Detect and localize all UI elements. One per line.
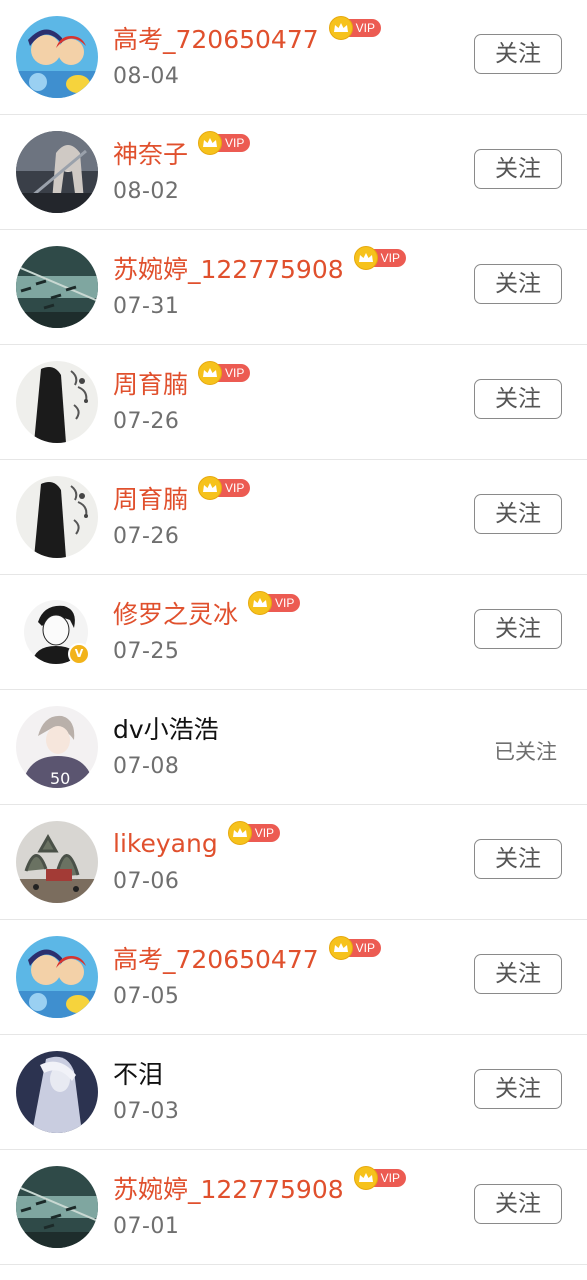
username[interactable]: 高考_720650477 xyxy=(113,940,319,976)
name-line: 周育腩 VIP xyxy=(113,361,251,401)
follow-button[interactable]: 关注 xyxy=(474,954,562,994)
name-line: 苏婉婷_122775908 VIP xyxy=(113,1166,406,1206)
name-line: 修罗之灵冰 VIP xyxy=(113,591,301,631)
follow-date: 07-06 xyxy=(113,869,180,894)
list-item[interactable]: 神奈子 VIP 08-02 关注 xyxy=(0,115,587,230)
name-line: 高考_720650477 VIP xyxy=(113,16,381,56)
vip-badge: VIP xyxy=(328,16,381,40)
name-line: 不泪 xyxy=(113,1055,163,1091)
verified-badge-icon: V xyxy=(68,643,90,665)
list-item[interactable]: 苏婉婷_122775908 VIP 07-31 关注 xyxy=(0,230,587,345)
name-line: 周育腩 VIP xyxy=(113,476,251,516)
crown-icon xyxy=(198,131,223,155)
vip-badge: VIP xyxy=(328,936,381,960)
crown-icon xyxy=(198,361,223,385)
username[interactable]: 苏婉婷_122775908 xyxy=(113,1170,344,1206)
vip-badge: VIP xyxy=(198,361,251,385)
follow-date: 08-04 xyxy=(113,64,180,89)
follow-button[interactable]: 关注 xyxy=(474,609,562,649)
name-line: dv小浩浩 xyxy=(113,710,219,746)
username[interactable]: 周育腩 xyxy=(113,365,188,401)
svg-text:50: 50 xyxy=(50,769,70,788)
crown-icon xyxy=(353,1166,378,1190)
follow-date: 07-26 xyxy=(113,409,180,434)
follow-date: 07-01 xyxy=(113,1214,180,1239)
vip-badge: VIP xyxy=(353,1166,406,1190)
follow-date: 07-03 xyxy=(113,1099,180,1124)
follow-button[interactable]: 关注 xyxy=(474,1184,562,1224)
username[interactable]: 苏婉婷_122775908 xyxy=(113,250,344,286)
avatar[interactable] xyxy=(16,936,98,1018)
follow-date: 08-02 xyxy=(113,179,180,204)
vip-badge: VIP xyxy=(198,476,251,500)
avatar[interactable] xyxy=(16,361,98,443)
crown-icon xyxy=(328,16,353,40)
follow-date: 07-05 xyxy=(113,984,180,1009)
list-item[interactable]: 50 dv小浩浩 07-08 已关注 xyxy=(0,690,587,805)
name-line: 苏婉婷_122775908 VIP xyxy=(113,246,406,286)
username[interactable]: 高考_720650477 xyxy=(113,20,319,56)
follow-date: 07-31 xyxy=(113,294,180,319)
avatar[interactable] xyxy=(16,1166,98,1248)
crown-icon xyxy=(353,246,378,270)
name-line: 高考_720650477 VIP xyxy=(113,936,381,976)
list-item[interactable]: 高考_720650477 VIP 08-04 关注 xyxy=(0,0,587,115)
vip-badge: VIP xyxy=(353,246,406,270)
crown-icon xyxy=(227,821,252,845)
username[interactable]: likeyang xyxy=(113,829,218,858)
username[interactable]: 周育腩 xyxy=(113,480,188,516)
avatar[interactable] xyxy=(16,476,98,558)
follow-button[interactable]: 关注 xyxy=(474,379,562,419)
avatar[interactable] xyxy=(16,131,98,213)
username[interactable]: 修罗之灵冰 xyxy=(113,595,238,631)
follow-button[interactable]: 关注 xyxy=(474,149,562,189)
vip-badge: VIP xyxy=(198,131,251,155)
follow-button[interactable]: 关注 xyxy=(474,264,562,304)
list-item[interactable]: 苏婉婷_122775908 VIP 07-01 关注 xyxy=(0,1150,587,1265)
follow-date: 07-08 xyxy=(113,754,180,779)
vip-badge: VIP xyxy=(227,821,281,845)
list-item[interactable]: 高考_720650477 VIP 07-05 关注 xyxy=(0,920,587,1035)
avatar[interactable]: 50 xyxy=(16,706,98,788)
follow-button[interactable]: 关注 xyxy=(474,839,562,879)
name-line: likeyang VIP xyxy=(113,821,281,861)
avatar[interactable] xyxy=(16,821,98,903)
follow-date: 07-26 xyxy=(113,524,180,549)
username[interactable]: 神奈子 xyxy=(113,135,188,171)
list-item[interactable]: 周育腩 VIP 07-26 关注 xyxy=(0,460,587,575)
follow-button[interactable]: 关注 xyxy=(474,34,562,74)
follow-date: 07-25 xyxy=(113,639,180,664)
username[interactable]: 不泪 xyxy=(113,1055,163,1091)
followed-status: 已关注 xyxy=(494,740,557,764)
avatar[interactable] xyxy=(16,16,98,98)
avatar[interactable] xyxy=(16,246,98,328)
list-item[interactable]: V 修罗之灵冰 VIP 07-25 关注 xyxy=(0,575,587,690)
follower-list: 高考_720650477 VIP 08-04 关注 神奈子 VIP 08-02 … xyxy=(0,0,587,1265)
crown-icon xyxy=(198,476,223,500)
crown-icon xyxy=(328,936,353,960)
crown-icon xyxy=(248,591,273,615)
follow-button[interactable]: 关注 xyxy=(474,1069,562,1109)
username[interactable]: dv小浩浩 xyxy=(113,710,219,746)
vip-badge: VIP xyxy=(248,591,301,615)
list-item[interactable]: likeyang VIP 07-06 关注 xyxy=(0,805,587,920)
name-line: 神奈子 VIP xyxy=(113,131,251,171)
follow-button[interactable]: 关注 xyxy=(474,494,562,534)
list-item[interactable]: 周育腩 VIP 07-26 关注 xyxy=(0,345,587,460)
list-item[interactable]: 不泪 07-03 关注 xyxy=(0,1035,587,1150)
avatar[interactable] xyxy=(16,1051,98,1133)
